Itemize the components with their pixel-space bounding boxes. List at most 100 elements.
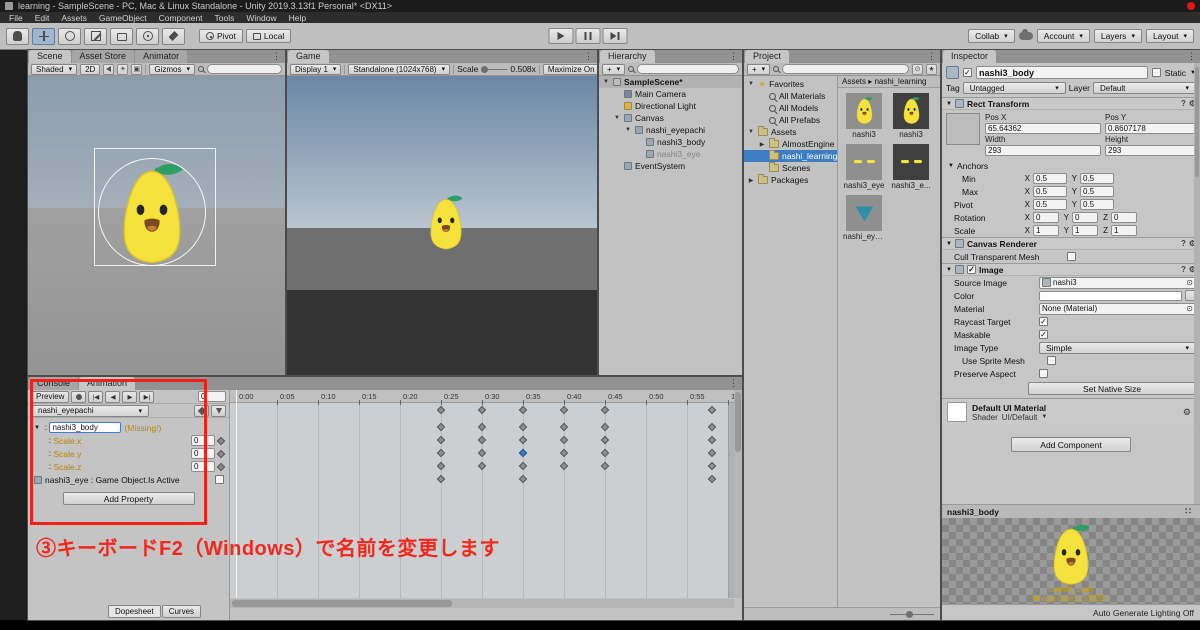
- keyframe-diamond[interactable]: [600, 405, 610, 415]
- project-folder[interactable]: ▼ ★ Favorites: [744, 78, 837, 90]
- maximize-on-play-button[interactable]: Maximize On Play: [542, 63, 597, 75]
- anchors-foldout[interactable]: ▼ Anchors: [942, 159, 1200, 172]
- project-folder[interactable]: ▶ Packages: [744, 174, 837, 186]
- game-viewport[interactable]: [287, 76, 597, 375]
- cull-transparent-mesh-checkbox[interactable]: [1067, 252, 1076, 261]
- timeline-horizontal-scrollbar[interactable]: [230, 599, 734, 608]
- foldout-icon[interactable]: ▶: [758, 141, 766, 148]
- pause-button[interactable]: [575, 28, 601, 44]
- panel-menu-icon[interactable]: ⋮: [725, 377, 742, 390]
- transform-tool-button[interactable]: [136, 27, 159, 45]
- asset-thumbnail[interactable]: nashi3_eye: [843, 144, 885, 190]
- keyframe-diamond[interactable]: [436, 405, 446, 415]
- panel-menu-icon[interactable]: ⋮: [923, 50, 940, 63]
- menu-item-assets[interactable]: Assets: [56, 13, 92, 23]
- foldout-icon[interactable]: ▶: [747, 177, 755, 184]
- gizmos-dropdown[interactable]: Gizmos: [149, 63, 195, 75]
- rotation-y-field[interactable]: [1072, 212, 1098, 223]
- display-dropdown[interactable]: Display 1: [290, 63, 342, 75]
- pivot-x-field[interactable]: [1033, 199, 1067, 210]
- canvas-renderer-header[interactable]: ▼ Canvas Renderer ? ⚙: [942, 237, 1200, 250]
- keyframe-diamond[interactable]: [559, 448, 569, 458]
- min-x-field[interactable]: [1033, 173, 1067, 184]
- project-search-input[interactable]: [782, 64, 909, 74]
- image-component-header[interactable]: ▼ Image ?⚙: [942, 263, 1200, 276]
- hierarchy-item[interactable]: Directional Light: [599, 100, 742, 112]
- keyframe-diamond[interactable]: [518, 448, 528, 458]
- keyframe-diamond[interactable]: [707, 461, 716, 471]
- thumbnail-size-slider[interactable]: [890, 610, 934, 618]
- color-swatch[interactable]: [1039, 290, 1182, 301]
- asset-thumbnail[interactable]: nashi_eye...: [843, 195, 885, 241]
- max-x-field[interactable]: [1033, 186, 1067, 197]
- account-dropdown[interactable]: Account: [1036, 29, 1090, 43]
- timeline-vertical-scrollbar[interactable]: [734, 390, 742, 598]
- material-field[interactable]: None (Material) ⊙: [1039, 302, 1196, 315]
- foldout-icon[interactable]: ▼: [747, 81, 755, 87]
- shading-mode-dropdown[interactable]: Shaded: [31, 63, 78, 75]
- scale-slider[interactable]: [481, 65, 508, 73]
- help-icon[interactable]: ?: [1181, 265, 1186, 274]
- source-image-field[interactable]: nashi3 ⊙: [1039, 276, 1196, 289]
- search-by-type-icon[interactable]: ⊙: [912, 63, 923, 75]
- keyframe-diamond[interactable]: [477, 405, 487, 415]
- create-asset-button[interactable]: +: [747, 63, 771, 75]
- nashi-character-scene[interactable]: [104, 160, 200, 275]
- play-button[interactable]: [548, 28, 574, 44]
- keyframe-diamond[interactable]: [600, 422, 610, 432]
- add-component-button[interactable]: Add Component: [1011, 437, 1131, 452]
- active-checkbox[interactable]: [963, 68, 972, 77]
- scene-audio-icon[interactable]: [103, 63, 115, 75]
- hierarchy-item[interactable]: nashi3_body: [599, 136, 742, 148]
- search-by-label-icon[interactable]: ★: [926, 63, 937, 75]
- rotate-tool-button[interactable]: [58, 27, 81, 45]
- keyframe-diamond[interactable]: [477, 435, 487, 445]
- panel-menu-icon[interactable]: ⋮: [268, 50, 285, 63]
- scene-viewport[interactable]: [28, 76, 285, 375]
- keyframe-diamond[interactable]: [518, 422, 528, 432]
- keyframe-indicator-icon[interactable]: [216, 449, 226, 458]
- maskable-checkbox[interactable]: [1039, 330, 1048, 339]
- cloud-icon[interactable]: [1018, 29, 1033, 40]
- tab-inspector[interactable]: Inspector: [943, 50, 997, 63]
- gear-icon[interactable]: ⚙: [1179, 406, 1195, 419]
- asset-thumbnail[interactable]: nashi3: [890, 93, 932, 139]
- local-toggle-button[interactable]: Local: [245, 29, 292, 43]
- static-checkbox[interactable]: [1151, 68, 1161, 77]
- object-name-field[interactable]: [976, 66, 1148, 79]
- keyframe-diamond[interactable]: [707, 474, 716, 484]
- hand-tool-button[interactable]: [6, 27, 29, 45]
- preview-handle-icon[interactable]: ∷: [1181, 505, 1195, 518]
- hierarchy-item[interactable]: ▼ nashi_eyepachi: [599, 124, 742, 136]
- create-object-button[interactable]: +: [602, 63, 626, 75]
- preview-header[interactable]: nashi3_body ∷: [942, 504, 1200, 518]
- dopesheet-timeline[interactable]: 0:00 0:05 0:10 0:15 0:20 0:25 0:30 0:35 0:40 0:45…: [230, 390, 734, 598]
- rect-transform-header[interactable]: ▼ Rect Transform ? ⚙: [942, 97, 1200, 110]
- keyframe-diamond[interactable]: [436, 422, 446, 432]
- move-tool-button[interactable]: [32, 27, 55, 45]
- rect-tool-button[interactable]: [110, 27, 133, 45]
- asset-thumbnail[interactable]: nashi3: [843, 93, 885, 139]
- keyframe-diamond[interactable]: [559, 461, 569, 471]
- step-button[interactable]: [602, 28, 628, 44]
- keyframe-diamond[interactable]: [600, 461, 610, 471]
- panel-menu-icon[interactable]: ⋮: [725, 50, 742, 63]
- menu-item-file[interactable]: File: [4, 13, 28, 23]
- keyframe-diamond[interactable]: [477, 422, 487, 432]
- pos-x-field[interactable]: [985, 123, 1101, 134]
- max-y-field[interactable]: [1080, 186, 1114, 197]
- help-icon[interactable]: ?: [1181, 239, 1186, 248]
- preserve-aspect-checkbox[interactable]: [1039, 369, 1048, 378]
- resolution-dropdown[interactable]: Standalone (1024x768): [348, 63, 451, 75]
- asset-thumbnail[interactable]: nashi3_e...: [890, 144, 932, 190]
- tab-game[interactable]: Game: [288, 50, 329, 63]
- width-field[interactable]: [985, 145, 1101, 156]
- shader-value[interactable]: UI/Default: [1002, 413, 1038, 422]
- keyframe-diamond[interactable]: [436, 448, 446, 458]
- breadcrumb[interactable]: Assets ▸ nashi_learning: [838, 76, 940, 88]
- project-folder[interactable]: ▶ AlmostEngine: [744, 138, 837, 150]
- scene-lighting-icon[interactable]: ☀: [117, 63, 129, 75]
- keyframe-diamond[interactable]: [477, 461, 487, 471]
- scene-effects-icon[interactable]: ▣: [131, 63, 143, 75]
- hierarchy-item[interactable]: nashi3_eye: [599, 148, 742, 160]
